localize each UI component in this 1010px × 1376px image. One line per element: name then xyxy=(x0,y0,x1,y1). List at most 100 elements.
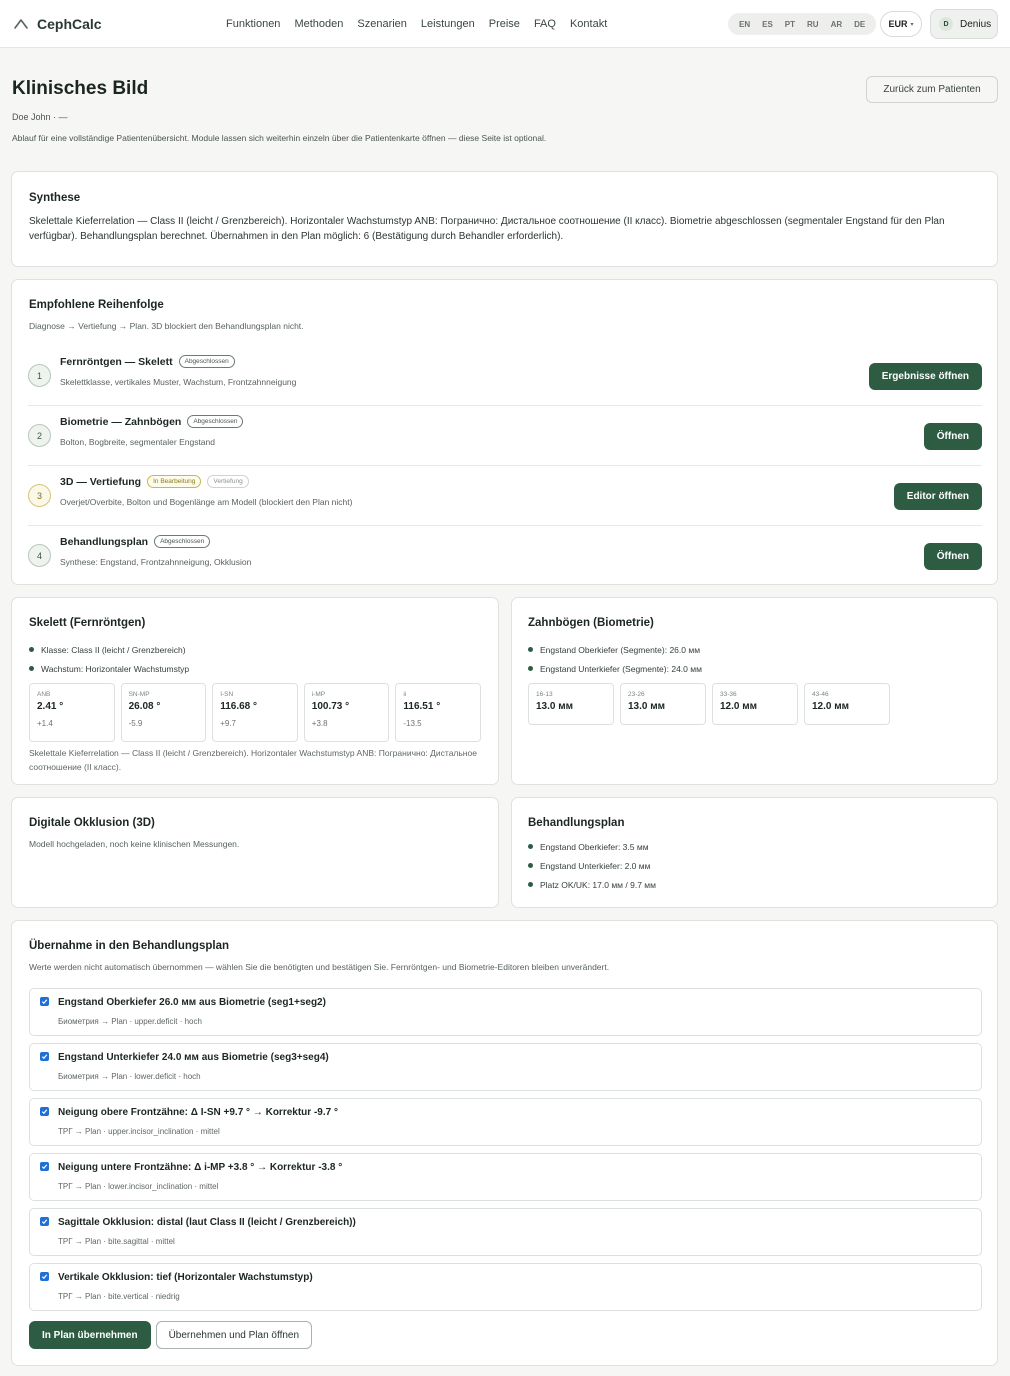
transfer-item[interactable]: Vertikale Okklusion: tief (Horizontaler … xyxy=(29,1263,982,1311)
lang-ru[interactable]: RU xyxy=(801,20,825,29)
status-badge: Abgeschlossen xyxy=(178,355,235,368)
recommended-order-card: Empfohlene Reihenfolge Diagnose → Vertie… xyxy=(11,279,998,585)
list-item: Platz OK/UK: 17.0 мм / 9.7 мм xyxy=(528,875,981,894)
transfer-item[interactable]: Neigung untere Frontzähne: Δ i-MP +3.8 °… xyxy=(29,1153,982,1201)
open-editor-button[interactable]: Editor öffnen xyxy=(893,483,982,510)
metric-value: 12.0 мм xyxy=(720,701,758,712)
transfer-subtitle: Werte werden nicht automatisch übernomme… xyxy=(29,962,610,972)
bullet-dot-icon xyxy=(29,666,34,671)
transfer-card: Übernahme in den Behandlungsplan Werte w… xyxy=(11,920,998,1366)
transfer-item[interactable]: Sagittale Okklusion: distal (laut Class … xyxy=(29,1208,982,1256)
chevron-down-icon: ▾ xyxy=(910,21,914,28)
okklusion-title: Digitale Okklusion (3D) xyxy=(29,817,155,829)
metric-label: ii xyxy=(403,691,407,698)
metric-delta: +9.7 xyxy=(220,719,236,728)
list-item-text: Engstand Oberkiefer (Segmente): 26.0 мм xyxy=(540,644,701,655)
metric-value: 2.41 ° xyxy=(37,701,64,712)
metric-delta: +3.8 xyxy=(311,719,328,728)
back-to-patient-button[interactable]: Zurück zum Patienten xyxy=(866,76,998,103)
metric-value: 100.73 ° xyxy=(311,701,350,712)
step-title-text: 3D — Vertiefung xyxy=(60,475,142,488)
top-navigation-bar: CephCalc Funktionen Methoden Szenarien L… xyxy=(0,0,1010,48)
lang-en[interactable]: EN xyxy=(733,20,756,29)
metric-label: 23-26 xyxy=(628,691,645,698)
metric-label: I-SN xyxy=(220,691,234,698)
status-badge: Abgeschlossen xyxy=(154,535,211,548)
checkbox[interactable] xyxy=(40,1107,49,1116)
skelett-metric-tiles: ANB 2.41 ° +1.4 SN-MP 26.08 ° -5.9 I-SN … xyxy=(29,683,481,742)
step-row: 2 Biometrie — Zahnbögen Abgeschlossen Bo… xyxy=(28,406,982,466)
step-description: Overjet/Overbite, Bolton und Bogenlänge … xyxy=(60,497,353,507)
user-menu[interactable]: D Denius xyxy=(930,9,998,39)
recommended-order-subtitle: Diagnose → Vertiefung → Plan. 3D blockie… xyxy=(29,321,304,331)
list-item: Engstand Unterkiefer (Segmente): 24.0 мм xyxy=(528,659,981,678)
status-badge: In Bearbeitung xyxy=(147,475,202,488)
metric-tile: SN-MP 26.08 ° -5.9 xyxy=(120,683,207,742)
skelett-card: Skelett (Fernröntgen) Klasse: Class II (… xyxy=(11,597,499,785)
transfer-item-meta: ТРГ → Plan · upper.incisor_inclination ·… xyxy=(58,1127,220,1136)
checkbox[interactable] xyxy=(40,1162,49,1171)
step-number: 3 xyxy=(28,484,51,507)
transfer-item-title: Neigung untere Frontzähne: Δ i-MP +3.8 °… xyxy=(58,1162,343,1173)
language-switcher: EN ES PT RU AR DE xyxy=(728,13,877,35)
nav-link-szenarien[interactable]: Szenarien xyxy=(357,18,407,30)
step-title: Fernröntgen — Skelett Abgeschlossen xyxy=(60,355,235,368)
step-title-text: Biometrie — Zahnbögen xyxy=(60,415,182,428)
metric-tile: I-SN 116.68 ° +9.7 xyxy=(212,683,298,742)
check-icon xyxy=(41,1219,48,1225)
transfer-item[interactable]: Engstand Unterkiefer 24.0 мм aus Biometr… xyxy=(29,1043,982,1091)
page-header: Klinisches Bild Doe John · — Ablauf für … xyxy=(12,78,572,145)
nav-link-funktionen[interactable]: Funktionen xyxy=(226,18,280,30)
nav-link-preise[interactable]: Preise xyxy=(489,18,520,30)
currency-value: EUR xyxy=(888,19,908,29)
list-item: Engstand Unterkiefer: 2.0 мм xyxy=(528,856,981,875)
step-description: Skelettklasse, vertikales Muster, Wachst… xyxy=(60,377,297,387)
check-icon xyxy=(41,1274,48,1280)
nav-link-leistungen[interactable]: Leistungen xyxy=(421,18,475,30)
skelett-bullets: Klasse: Class II (leicht / Grenzbereich)… xyxy=(29,640,481,678)
patient-name: Doe John · — xyxy=(12,112,68,122)
checkbox[interactable] xyxy=(40,1272,49,1281)
transfer-item-title: Neigung obere Frontzähne: Δ I-SN +9.7 ° … xyxy=(58,1107,338,1118)
transfer-item-meta: Биометрия → Plan · upper.deficit · hoch xyxy=(58,1017,202,1026)
brand-logo[interactable]: CephCalc xyxy=(12,15,212,33)
list-item-text: Engstand Unterkiefer (Segmente): 24.0 мм xyxy=(540,663,702,674)
step-description: Bolton, Bogbreite, segmentaler Engstand xyxy=(60,437,215,447)
checkbox[interactable] xyxy=(40,1217,49,1226)
checkbox[interactable] xyxy=(40,997,49,1006)
bullet-dot-icon xyxy=(528,882,533,887)
metric-label: SN-MP xyxy=(128,691,150,698)
transfer-item[interactable]: Neigung obere Frontzähne: Δ I-SN +9.7 ° … xyxy=(29,1098,982,1146)
page-intro: Ablauf für eine vollständige Patientenüb… xyxy=(12,133,547,143)
checkbox[interactable] xyxy=(40,1052,49,1061)
step-title: Behandlungsplan Abgeschlossen xyxy=(60,535,211,548)
metric-value: 13.0 мм xyxy=(628,701,666,712)
open-results-button[interactable]: Ergebnisse öffnen xyxy=(868,363,982,390)
nav-link-methoden[interactable]: Methoden xyxy=(294,18,343,30)
metric-tile: ii 116.51 ° -13.5 xyxy=(395,683,481,742)
metric-tile: 33-36 12.0 мм xyxy=(712,683,798,725)
open-biometrie-button[interactable]: Öffnen xyxy=(923,423,982,450)
logo-chevron-icon xyxy=(14,18,28,29)
recommended-order-title: Empfohlene Reihenfolge xyxy=(29,299,164,311)
okklusion-card: Digitale Okklusion (3D) Modell hochgelad… xyxy=(11,797,499,908)
apply-and-open-plan-button[interactable]: Übernehmen und Plan öffnen xyxy=(155,1321,313,1349)
nav-link-kontakt[interactable]: Kontakt xyxy=(570,18,607,30)
lang-es[interactable]: ES xyxy=(756,20,779,29)
lang-ar[interactable]: AR xyxy=(825,20,849,29)
metric-tile: ANB 2.41 ° +1.4 xyxy=(29,683,115,742)
lang-pt[interactable]: PT xyxy=(779,20,801,29)
brand-name: CephCalc xyxy=(37,15,102,32)
currency-select[interactable]: EUR ▾ xyxy=(880,11,922,37)
step-title-text: Behandlungsplan xyxy=(60,535,149,548)
synthese-title: Synthese xyxy=(29,192,81,204)
lang-de[interactable]: DE xyxy=(848,20,871,29)
list-item-text: Klasse: Class II (leicht / Grenzbereich) xyxy=(41,644,186,655)
metric-value: 26.08 ° xyxy=(128,701,161,712)
transfer-item[interactable]: Engstand Oberkiefer 26.0 мм aus Biometri… xyxy=(29,988,982,1036)
nav-link-faq[interactable]: FAQ xyxy=(534,18,556,30)
apply-to-plan-button[interactable]: In Plan übernehmen xyxy=(29,1321,151,1349)
list-item: Engstand Oberkiefer (Segmente): 26.0 мм xyxy=(528,640,981,659)
open-plan-button[interactable]: Öffnen xyxy=(923,543,982,570)
metric-value: 116.68 ° xyxy=(220,701,257,712)
